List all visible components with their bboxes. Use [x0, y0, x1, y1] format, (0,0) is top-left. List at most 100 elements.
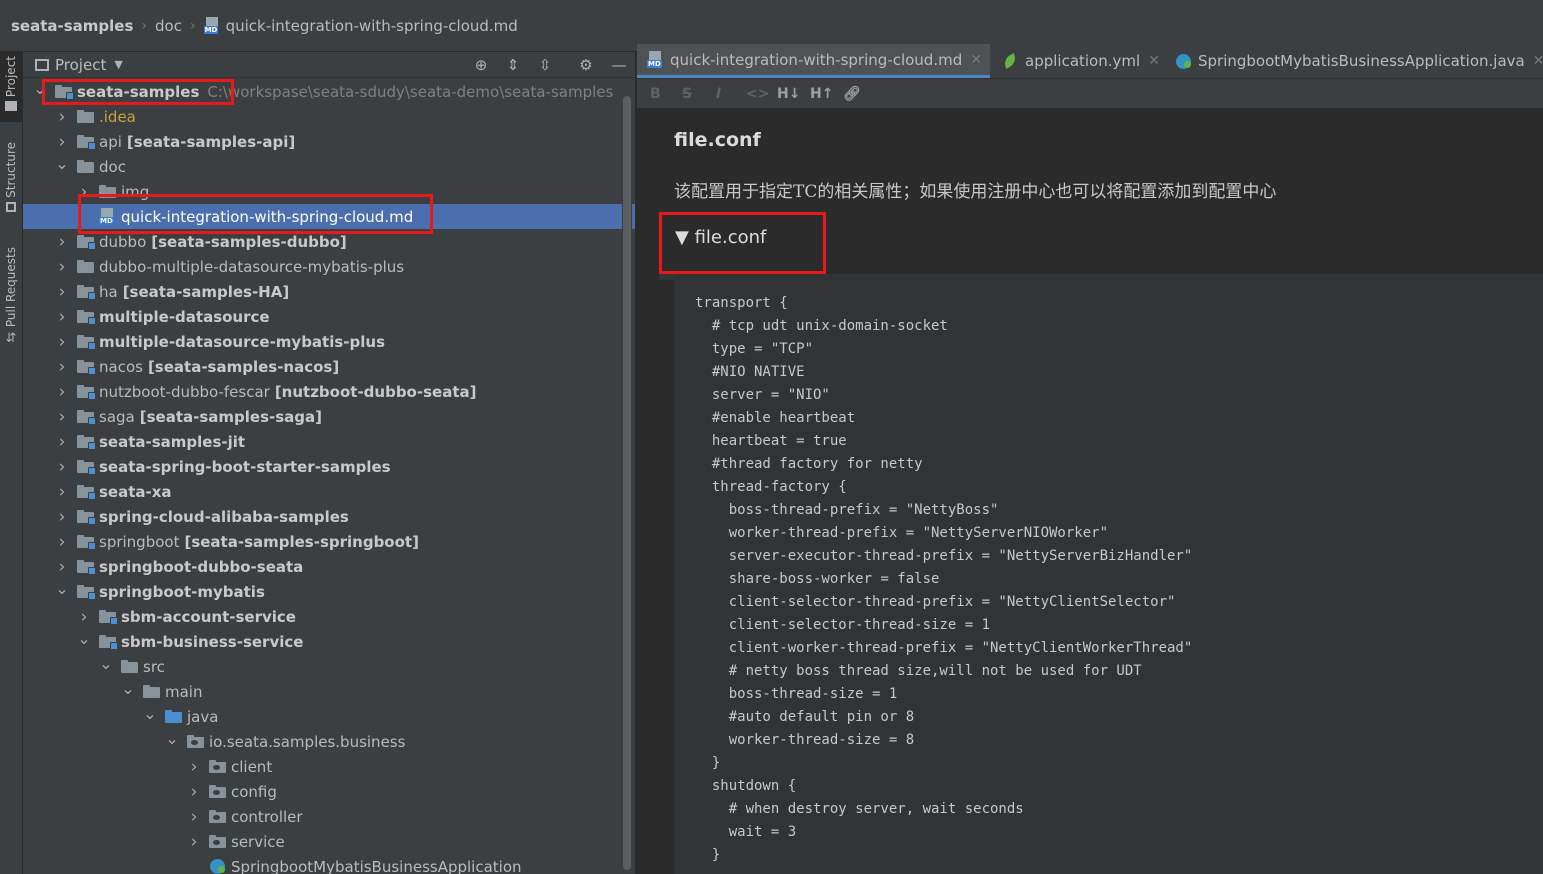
tree-item[interactable]: › multiple-datasource-mybatis-plus [23, 329, 635, 354]
tree-item[interactable]: › controller [23, 804, 635, 829]
chevron-right-icon[interactable]: › [55, 407, 69, 427]
tree-item[interactable]: › seata-samples-jit [23, 429, 635, 454]
tree-item[interactable]: › ha [seata-samples-HA] [23, 279, 635, 304]
chevron-right-icon[interactable]: › [55, 382, 69, 402]
tab-springboot-app-java[interactable]: SpringbootMybatisBusinessApplication.jav… [1167, 44, 1543, 78]
tree-item-label: ha [99, 282, 118, 301]
code-line: #NIO NATIVE [695, 364, 805, 380]
breadcrumb-project[interactable]: seata-samples [11, 17, 133, 35]
chevron-right-icon[interactable]: › [55, 507, 69, 527]
tree-item[interactable]: › saga [seata-samples-saga] [23, 404, 635, 429]
project-panel-header: Project ▼ ⊕ ⇕ ⇳ ⚙ — [23, 52, 635, 78]
hide-panel-icon[interactable]: — [607, 52, 631, 77]
close-icon[interactable]: ✕ [1148, 53, 1160, 69]
tree-item[interactable]: SpringbootMybatisBusinessApplication [23, 854, 635, 874]
chevron-down-icon[interactable]: ⌄ [55, 579, 69, 598]
folder-icon [5, 101, 17, 112]
chevron-down-icon[interactable]: ⌄ [143, 704, 157, 723]
chevron-down-icon[interactable]: ⌄ [99, 654, 113, 673]
tree-item[interactable]: › sbm-account-service [23, 604, 635, 629]
chevron-right-icon[interactable]: › [55, 357, 69, 377]
header-up-button[interactable]: H↑ [810, 79, 833, 108]
chevron-right-icon[interactable]: › [55, 257, 69, 277]
tree-item[interactable]: › springboot-dubbo-seata [23, 554, 635, 579]
chevron-right-icon[interactable]: › [55, 232, 69, 252]
module-folder-icon [77, 535, 96, 550]
tree-item[interactable]: › nacos [seata-samples-nacos] [23, 354, 635, 379]
tree-item[interactable]: › nutzboot-dubbo-fescar [nutzboot-dubbo-se… [23, 379, 635, 404]
tool-tab-pull-requests[interactable]: Pull Requests ⇵ [0, 247, 22, 357]
code-line: client-worker-thread-prefix = "NettyClie… [695, 640, 1193, 656]
tree-item-label: SpringbootMybatisBusinessApplication [231, 857, 522, 874]
tree-item[interactable]: › multiple-datasource [23, 304, 635, 329]
tree-item[interactable]: ⌄ src [23, 654, 635, 679]
chevron-right-icon[interactable]: › [55, 532, 69, 552]
tree-item[interactable]: ⌄ springboot-mybatis [23, 579, 635, 604]
tool-tab-structure[interactable]: Structure [0, 142, 22, 222]
code-line: client-selector-thread-prefix = "NettyCl… [695, 594, 1176, 610]
header-down-button[interactable]: H↓ [777, 79, 800, 108]
gear-icon[interactable]: ⚙ [574, 52, 598, 77]
tree-item[interactable]: › api [seata-samples-api] [23, 129, 635, 154]
tree-item[interactable]: › service [23, 829, 635, 854]
chevron-down-icon[interactable]: ⌄ [165, 729, 179, 748]
tree-item[interactable]: › seata-spring-boot-starter-samples [23, 454, 635, 479]
dropdown-arrow-icon[interactable]: ▼ [114, 58, 122, 71]
markdown-toolbar: B S I <> H↓ H↑ 🔗︎ [637, 79, 1543, 108]
chevron-right-icon[interactable]: › [55, 482, 69, 502]
tree-item[interactable]: ⌄ sbm-business-service [23, 629, 635, 654]
chevron-right-icon[interactable]: › [55, 457, 69, 477]
chevron-right-icon[interactable]: › [187, 782, 201, 802]
package-icon [209, 835, 226, 848]
italic-button[interactable]: I [716, 79, 721, 108]
chevron-right-icon[interactable]: › [55, 107, 69, 127]
tree-item[interactable]: ⌄ io.seata.samples.business [23, 729, 635, 754]
tree-item[interactable]: ⌄ doc [23, 154, 635, 179]
tool-tab-project[interactable]: Project [0, 52, 22, 122]
collapse-all-icon[interactable]: ⇳ [533, 52, 557, 77]
code-button[interactable]: <> [746, 79, 769, 108]
tree-item[interactable]: › spring-cloud-alibaba-samples [23, 504, 635, 529]
package-icon [209, 760, 226, 773]
expand-all-icon[interactable]: ⇕ [501, 52, 525, 77]
breadcrumb-file[interactable]: quick-integration-with-spring-cloud.md [226, 17, 518, 35]
chevron-right-icon[interactable]: › [55, 332, 69, 352]
chevron-right-icon[interactable]: › [55, 432, 69, 452]
chevron-down-icon[interactable]: ⌄ [55, 154, 69, 173]
tree-item[interactable]: › dubbo-multiple-datasource-mybatis-plus [23, 254, 635, 279]
folder-icon [143, 685, 160, 698]
strikethrough-button[interactable]: S [682, 79, 692, 108]
bold-button[interactable]: B [650, 79, 661, 108]
tree-item[interactable]: › client [23, 754, 635, 779]
tree-item[interactable]: ⌄ main [23, 679, 635, 704]
project-view-selector[interactable]: Project [55, 56, 106, 74]
breadcrumb-folder[interactable]: doc [155, 17, 182, 35]
tree-item[interactable]: › .idea [23, 104, 635, 129]
chevron-right-icon[interactable]: › [55, 132, 69, 152]
spring-leaf-icon [1001, 53, 1019, 69]
project-scrollbar-thumb[interactable] [623, 96, 631, 870]
chevron-right-icon[interactable]: › [55, 307, 69, 327]
tree-item-label: dubbo-multiple-datasource-mybatis-plus [99, 257, 405, 276]
tab-quick-integration-md[interactable]: MD quick-integration-with-spring-cloud.m… [637, 44, 990, 78]
chevron-right-icon[interactable]: › [77, 607, 91, 627]
chevron-right-icon[interactable]: › [187, 757, 201, 777]
chevron-right-icon[interactable]: › [55, 557, 69, 577]
link-icon[interactable]: 🔗︎ [843, 79, 861, 108]
close-icon[interactable]: ✕ [1533, 53, 1543, 69]
tree-item[interactable]: › springboot [seata-samples-springboot] [23, 529, 635, 554]
chevron-right-icon[interactable]: › [187, 807, 201, 827]
folder-icon [121, 660, 138, 673]
chevron-down-icon[interactable]: ⌄ [121, 679, 135, 698]
tree-item[interactable]: ⌄ java [23, 704, 635, 729]
tree-item[interactable]: › config [23, 779, 635, 804]
chevron-right-icon[interactable]: › [55, 282, 69, 302]
tree-item[interactable]: › seata-xa [23, 479, 635, 504]
close-icon[interactable]: ✕ [970, 52, 982, 68]
code-line: #enable heartbeat [695, 410, 856, 426]
chevron-down-icon[interactable]: ⌄ [77, 629, 91, 648]
locate-icon[interactable]: ⊕ [469, 52, 493, 77]
chevron-right-icon[interactable]: › [187, 832, 201, 852]
project-view-icon [35, 58, 49, 71]
tab-application-yml[interactable]: application.yml ✕ [993, 44, 1163, 78]
